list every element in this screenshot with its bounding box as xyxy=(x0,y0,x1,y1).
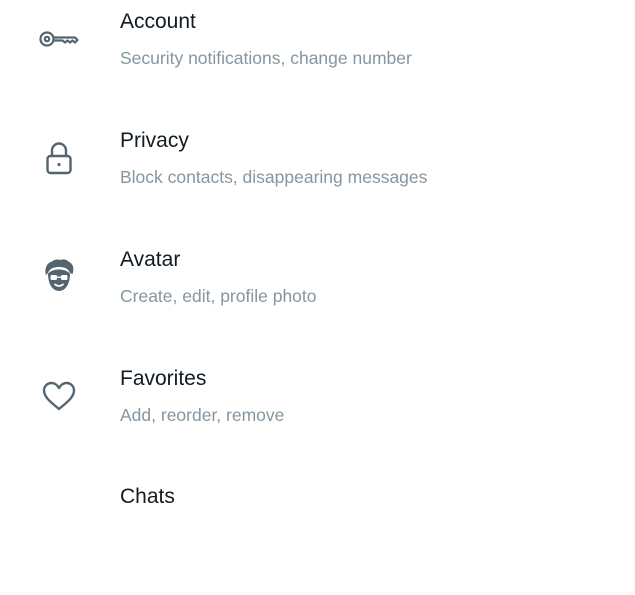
chats-title: Chats xyxy=(120,485,175,508)
settings-item-account[interactable]: Account Security notifications, change n… xyxy=(0,0,635,119)
lock-icon xyxy=(38,137,80,179)
key-icon xyxy=(38,18,80,60)
settings-item-chats[interactable]: Chats xyxy=(0,476,635,595)
settings-item-avatar[interactable]: Avatar Create, edit, profile photo xyxy=(0,238,635,357)
account-title: Account xyxy=(120,10,196,33)
settings-list: Account Security notifications, change n… xyxy=(0,0,635,508)
favorites-subtitle: Add, reorder, remove xyxy=(120,405,285,425)
privacy-subtitle: Block contacts, disappearing messages xyxy=(120,167,428,187)
avatar-subtitle: Create, edit, profile photo xyxy=(120,286,317,306)
favorites-title: Favorites xyxy=(120,367,207,390)
avatar-icon xyxy=(38,255,80,297)
account-subtitle: Security notifications, change number xyxy=(120,48,412,68)
privacy-title: Privacy xyxy=(120,129,189,152)
avatar-title: Avatar xyxy=(120,248,181,271)
settings-item-privacy[interactable]: Privacy Block contacts, disappearing mes… xyxy=(0,119,635,238)
settings-item-favorites[interactable]: Favorites Add, reorder, remove xyxy=(0,357,635,476)
heart-icon xyxy=(38,375,80,417)
